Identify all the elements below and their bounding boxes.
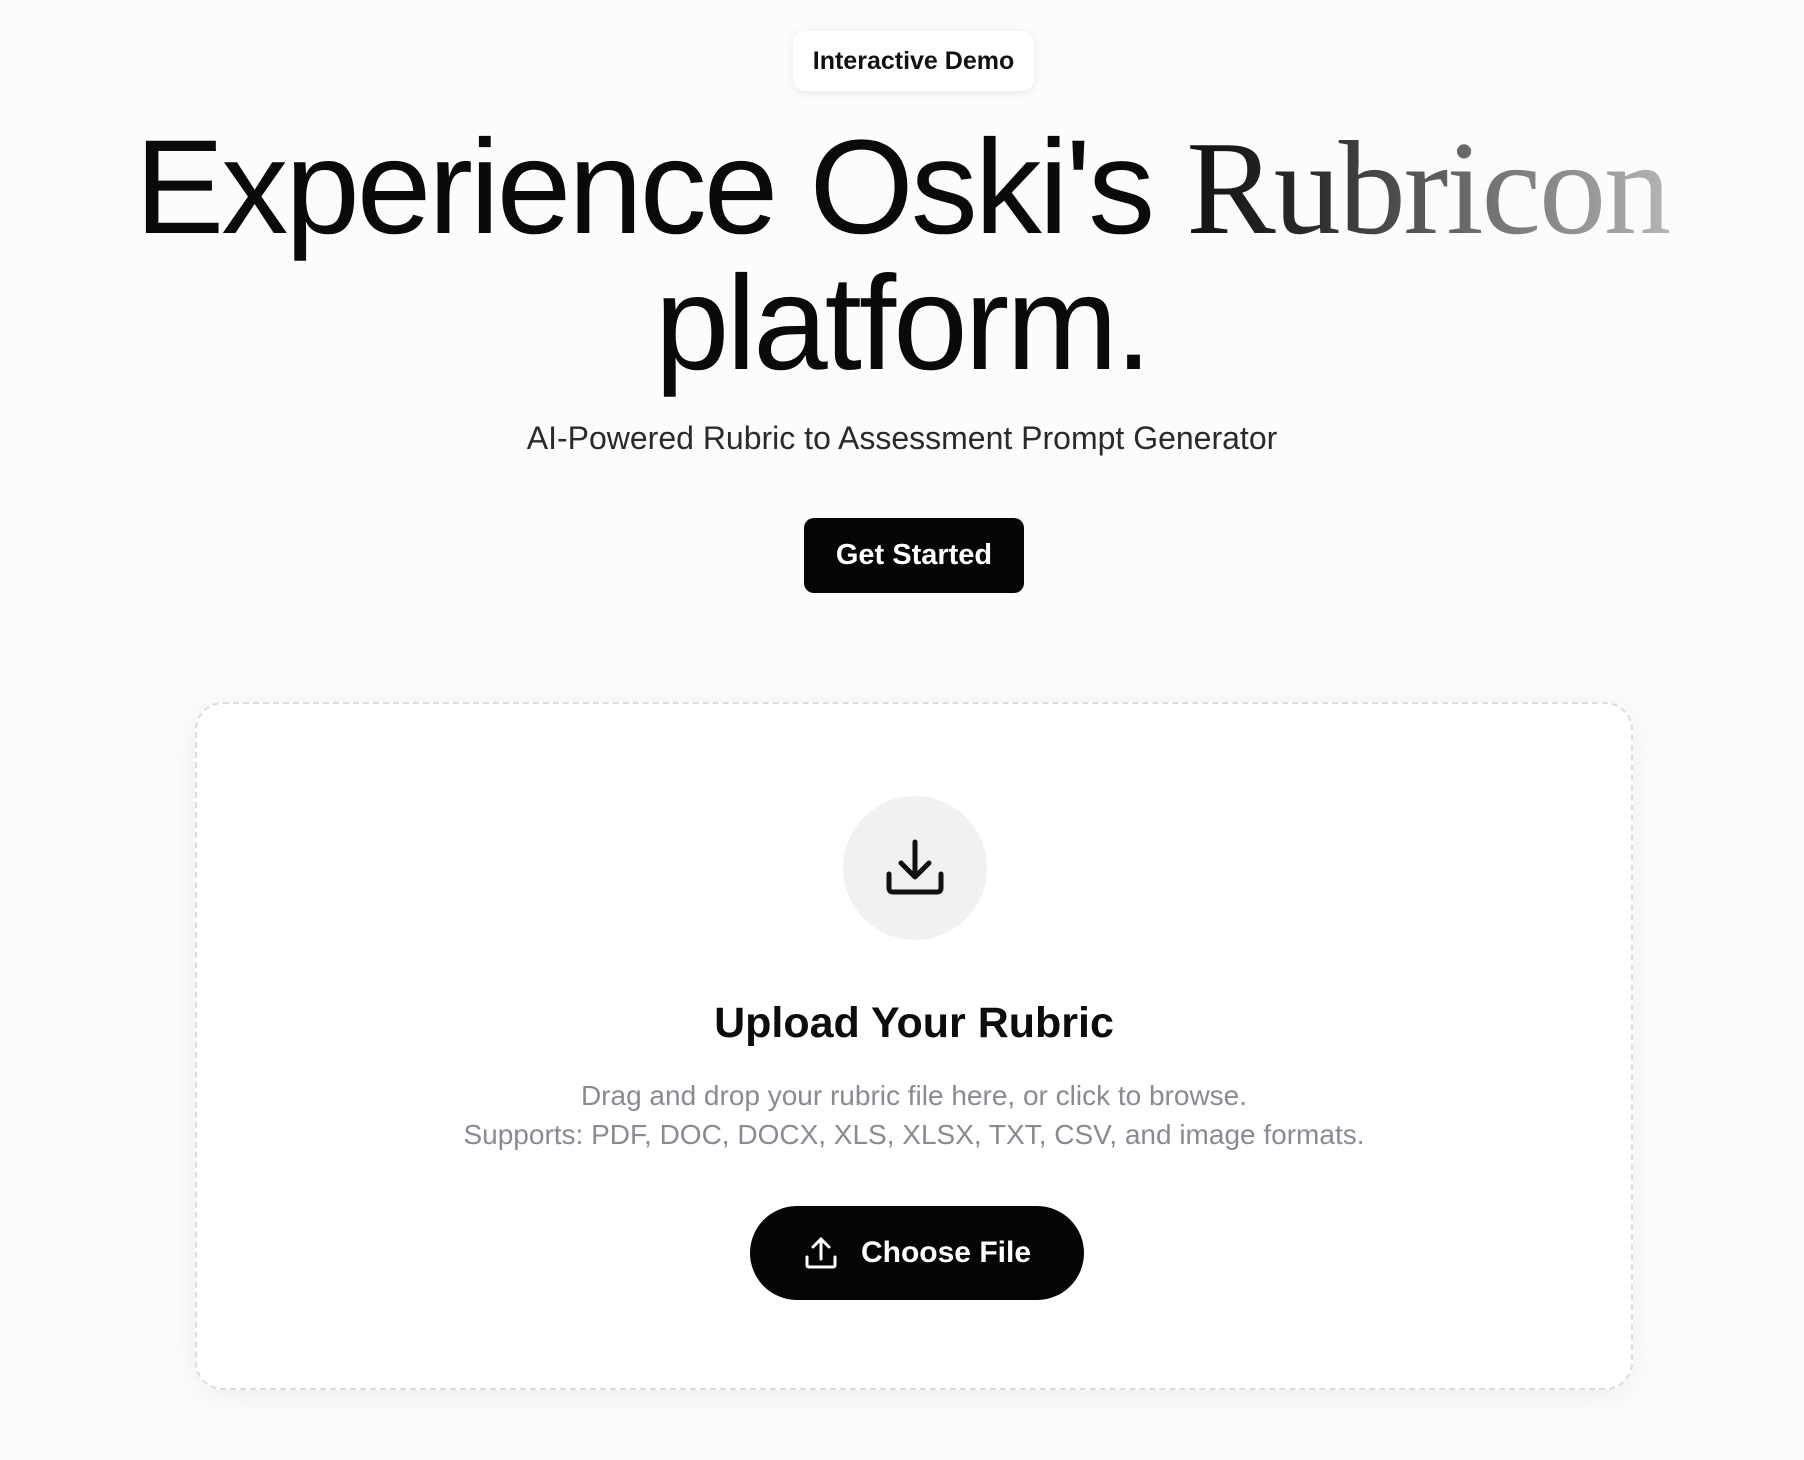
upload-description-line2: Supports: PDF, DOC, DOCX, XLS, XLSX, TXT… xyxy=(463,1119,1365,1150)
hero-title-line1: Experience Oski's Rubricon xyxy=(0,120,1804,257)
badge-label: Interactive Demo xyxy=(812,46,1015,75)
hero-title-part1: Experience Oski's xyxy=(134,113,1155,262)
upload-title: Upload Your Rubric xyxy=(714,999,1114,1047)
choose-file-button[interactable]: Choose File xyxy=(750,1206,1084,1300)
hero-title-brand: Rubricon xyxy=(1186,114,1671,262)
download-tray-icon xyxy=(843,796,987,940)
get-started-button[interactable]: Get Started xyxy=(804,518,1024,593)
hero-subtitle: AI-Powered Rubric to Assessment Prompt G… xyxy=(526,420,1278,456)
interactive-demo-badge: Interactive Demo xyxy=(793,31,1034,91)
upload-icon xyxy=(803,1235,839,1271)
upload-description-line1: Drag and drop your rubric file here, or … xyxy=(580,1080,1248,1111)
hero-title-part2: platform. xyxy=(654,249,1152,398)
choose-file-label: Choose File xyxy=(860,1236,1032,1269)
get-started-label: Get Started xyxy=(835,539,993,571)
hero-title: Experience Oski's Rubricon platform. xyxy=(0,120,1804,392)
upload-dropzone[interactable]: Upload Your Rubric Drag and drop your ru… xyxy=(195,702,1633,1390)
upload-description: Drag and drop your rubric file here, or … xyxy=(197,1076,1631,1154)
